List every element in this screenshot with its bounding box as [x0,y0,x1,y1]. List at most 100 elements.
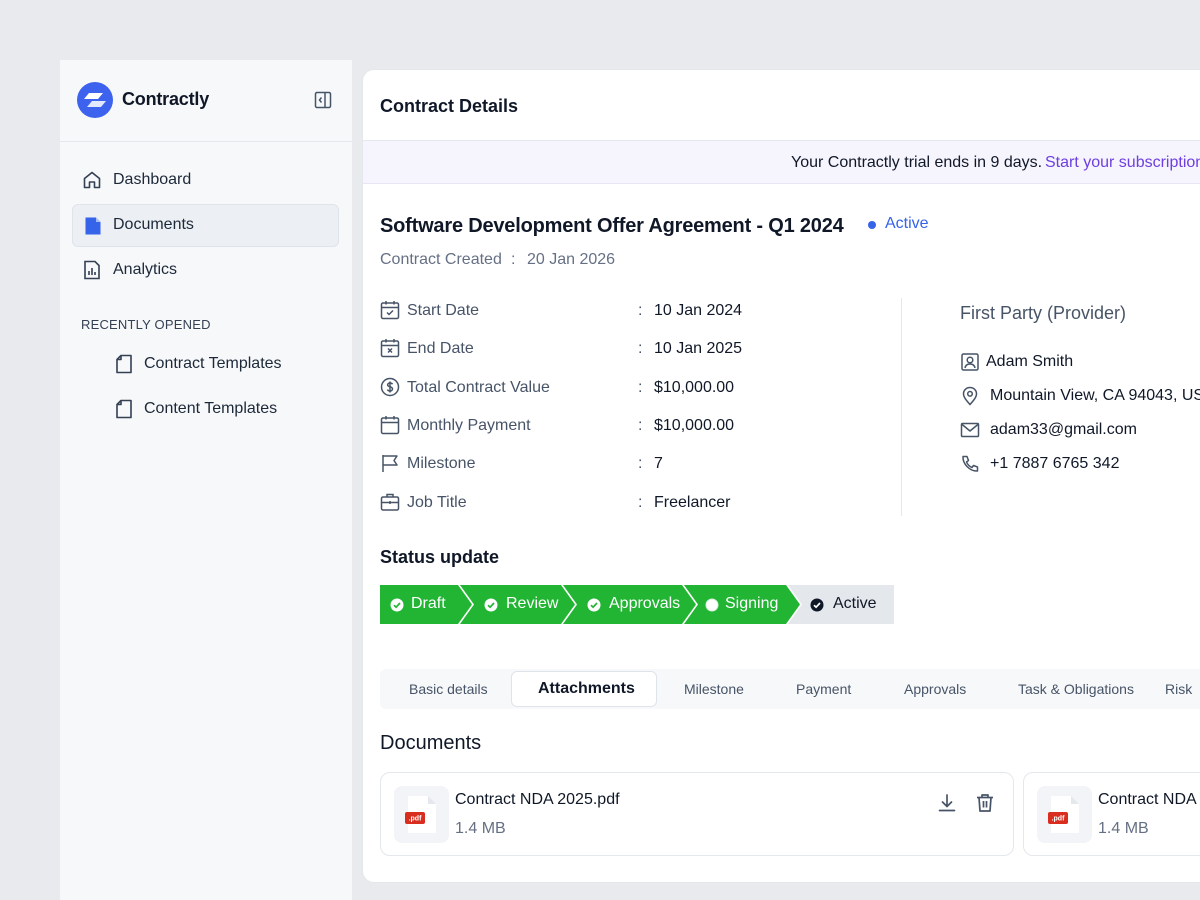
detail-label: Job Title [407,494,467,511]
empty-circle-icon [705,598,719,612]
party-email[interactable]: adam33@gmail.com [990,421,1137,439]
colon: : [638,340,643,357]
party-phone-row: +1 7887 6765 342 [960,454,1200,478]
colon: : [638,302,643,319]
calendar-check-icon [380,300,400,320]
file-icon [114,354,134,374]
colon: : [638,455,643,472]
flag-icon [380,453,400,473]
tab-label: Approvals [904,681,967,697]
phone-icon [960,454,980,474]
detail-label: Start Date [407,302,480,319]
tab-label: Basic details [409,681,488,697]
detail-label: Total Contract Value [407,379,550,396]
document-icon [83,216,103,236]
party-name: Adam Smith [986,353,1074,370]
calendar-icon [380,415,400,435]
tab-label: Task & Obligations [1018,681,1134,697]
svg-text:.pdf: .pdf [409,816,422,823]
section-divider [901,298,902,516]
contract-status: Active [885,215,929,232]
colon: : [511,251,516,268]
step-review[interactable]: Review [506,595,558,613]
sidebar-item-label: Dashboard [113,171,192,188]
trash-icon[interactable] [974,792,996,814]
detail-monthly-payment: Monthly Payment : $10,000.00 [380,415,860,439]
tab-label: Attachments [538,680,635,697]
party-email-row: adam33@gmail.com [960,420,1200,444]
detail-end-date: End Date : 10 Jan 2025 [380,338,860,362]
check-circle-icon [587,598,601,612]
sidebar-item-dashboard[interactable]: Dashboard [72,159,339,202]
svg-text:.pdf: .pdf [1052,816,1065,823]
download-icon[interactable] [936,792,958,814]
tab-attachments[interactable]: Attachments [511,671,657,707]
dollar-circle-icon [380,377,400,397]
detail-value: $10,000.00 [654,417,735,434]
colon: : [638,494,643,511]
detail-label: Milestone [407,455,476,472]
status-stepper: Draft Review Approvals Signing Active [380,585,894,624]
document-size: 1.4 MB [1098,820,1149,837]
document-card[interactable]: .pdf Contract NDA 2025.pdf 1.4 MB [1023,772,1200,856]
file-icon [114,399,134,419]
sidebar-item-documents[interactable]: Documents [72,204,339,247]
brand-name: Contractly [122,89,210,109]
detail-value: 7 [654,455,663,472]
check-circle-icon [810,598,824,612]
check-circle-icon [390,598,404,612]
documents-heading: Documents [380,732,482,754]
document-name: Contract NDA 2025.pdf [1098,791,1200,808]
start-subscription-link[interactable]: Start your subscription [1045,154,1200,172]
detail-total-contract-value: Total Contract Value : $10,000.00 [380,377,860,401]
pdf-file-icon: .pdf [1037,786,1092,843]
contractly-logo-icon[interactable] [77,82,113,118]
party-title: First Party (Provider) [960,303,1127,323]
recent-item-label: Content Templates [144,400,278,417]
calendar-x-icon [380,338,400,358]
tab-label: Risk [1165,681,1193,697]
detail-label: End Date [407,340,474,357]
recently-opened-label: RECENTLY OPENED [81,317,211,332]
document-size: 1.4 MB [455,820,506,837]
tab-label: Payment [796,681,852,697]
contract-title: Software Development Offer Agreement - Q… [380,215,844,237]
sidebar: Contractly Dashboard Documents Analytics… [60,60,352,900]
recent-item-content-templates[interactable]: Content Templates [114,395,334,425]
sidebar-item-analytics[interactable]: Analytics [72,249,339,292]
detail-value: 10 Jan 2025 [654,340,743,357]
contract-details-panel: Contract Details Your Contractly trial e… [362,69,1200,883]
detail-value: 10 Jan 2024 [654,302,743,319]
sidebar-collapse-icon[interactable] [314,91,332,109]
brand-header: Contractly [60,60,352,142]
party-address-row: Mountain View, CA 94043, USA [960,386,1200,410]
mail-icon [960,420,980,440]
location-pin-icon [960,386,980,406]
step-active[interactable]: Active [833,595,877,613]
status-update-heading: Status update [380,547,500,567]
sidebar-item-label: Documents [113,216,194,233]
detail-value: $10,000.00 [654,379,735,396]
colon: : [638,379,643,396]
step-signing[interactable]: Signing [725,595,778,613]
user-badge-icon [960,352,980,372]
check-circle-icon [484,598,498,612]
step-draft[interactable]: Draft [411,595,446,613]
trial-banner-text: Your Contractly trial ends in 9 days. [791,154,1043,171]
document-card[interactable]: .pdf Contract NDA 2025.pdf 1.4 MB [380,772,1014,856]
trial-banner: Your Contractly trial ends in 9 days. St… [363,141,1200,184]
contract-tabs: Basic details Attachments Milestone Paym… [380,669,1200,709]
home-icon [82,170,102,190]
party-name-row: Adam Smith [960,352,1200,376]
party-phone[interactable]: +1 7887 6765 342 [990,455,1119,473]
step-approvals[interactable]: Approvals [609,595,680,613]
sidebar-item-label: Analytics [113,261,178,278]
detail-start-date: Start Date : 10 Jan 2024 [380,300,860,324]
document-name: Contract NDA 2025.pdf [455,791,620,808]
analytics-icon [82,260,102,280]
detail-value: Freelancer [654,494,731,511]
detail-label: Monthly Payment [407,417,531,434]
contract-created-value: 20 Jan 2026 [527,251,616,268]
recent-item-contract-templates[interactable]: Contract Templates [114,350,334,380]
detail-milestone: Milestone : 7 [380,453,860,477]
